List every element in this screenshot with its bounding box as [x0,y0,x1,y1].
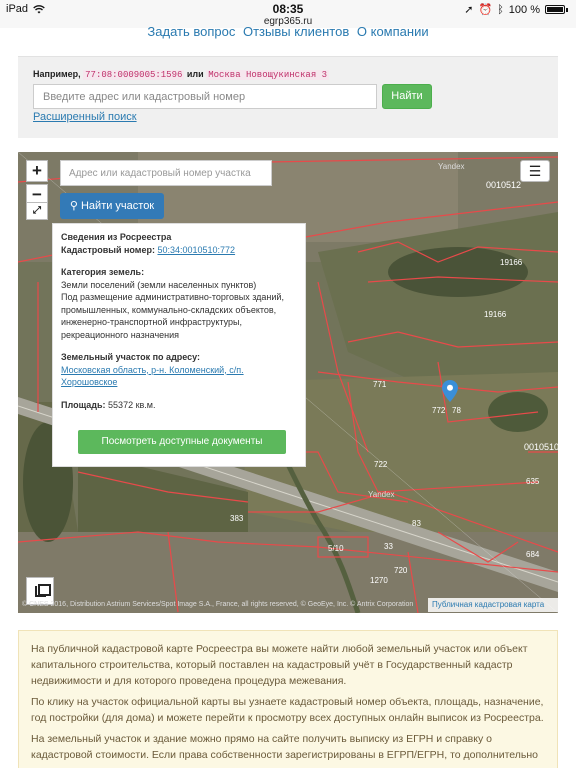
plot-label: 5/10 [328,544,344,553]
plot-label: 83 [412,519,421,528]
map-pin-icon[interactable] [442,380,458,402]
find-plot-button[interactable]: ⚲ Найти участок [60,193,164,219]
plot-info-popup: Сведения из Росреестра Кадастровый номер… [52,223,306,467]
area-value: 55372 кв.м. [108,399,156,410]
plot-label: 383 [230,514,244,523]
layers-icon [35,584,51,597]
map-menu-button[interactable]: ☰ [520,160,550,182]
example-address[interactable]: Москва Новощукинская 3 [206,70,330,80]
search-input[interactable]: Введите адрес или кадастровый номер [33,84,377,109]
map-attribution: © CNES 2016, Distribution Astrium Servic… [22,601,414,608]
plot-label: 0010512 [486,180,522,190]
plot-label: 78 [452,406,461,415]
plot-label: 33 [384,542,393,551]
plot-label: 1270 [370,576,388,585]
plot-label: 0010510 [524,442,558,452]
plot-label: 635 [526,477,540,486]
plot-label: 720 [394,566,408,575]
plot-label: 684 [526,550,540,559]
map-search-input[interactable]: Адрес или кадастровый номер участка [60,160,272,186]
info-paragraph: По клику на участок официальной карты вы… [31,696,544,724]
permitted-use: Под размещение административно-торговых … [61,292,284,340]
info-paragraph: На публичной кадастровой карте Росреестр… [31,643,528,687]
plot-label: 722 [374,460,388,469]
pkk-map-link[interactable]: Публичная кадастровая карта [428,598,558,612]
battery-icon [545,5,565,14]
info-box: На публичной кадастровой карте Росреестр… [18,630,558,768]
address-link[interactable]: Московская область, р-н. Коломенский, с/… [61,364,297,389]
yandex-watermark: Yandex [438,162,465,171]
search-panel: Например, 77:08:0009005:1596 или Москва … [18,56,558,138]
search-example: Например, 77:08:0009005:1596 или Москва … [33,69,330,80]
find-plot-label: Найти участок [80,200,155,212]
location-icon: ➚ [464,4,474,16]
category-value: Земли поселений (земли населенных пункто… [61,279,257,290]
plot-label: 771 [373,380,387,389]
nav-about[interactable]: О компании [357,24,429,39]
address-label: Земельный участок по адресу: [61,352,201,362]
category-label: Категория земель: [61,267,145,277]
view-documents-button[interactable]: Посмотреть доступные документы [78,430,286,454]
cadastral-number-link[interactable]: 50:34:0010510:772 [157,245,235,255]
hamburger-icon: ☰ [528,163,542,179]
popup-title: Сведения из Росреестра [61,232,172,242]
bluetooth-icon: ᛒ [497,3,504,16]
yandex-watermark: Yandex [368,490,395,499]
search-icon: ⚲ [69,200,78,212]
info-paragraph: На земельный участок и здание можно прям… [31,733,538,761]
nav-ask-question[interactable]: Задать вопрос [147,24,235,39]
example-cadastral-code[interactable]: 77:08:0009005:1596 [83,70,185,80]
top-nav: Задать вопрос Отзывы клиентов О компании [0,24,576,39]
expand-icon: ⤢ [33,205,41,216]
area-row: Площадь: 55372 кв.м. [61,399,156,410]
fullscreen-button[interactable]: ⤢ [26,202,48,220]
cadastral-number-row: Кадастровый номер: 50:34:0010510:772 [61,244,236,255]
alarm-icon: ⏰ [478,4,493,16]
plot-label: 772 [432,406,446,415]
battery-percent: 100 % [508,3,540,16]
advanced-search-link[interactable]: Расширенный поиск [33,111,137,123]
zoom-in-button[interactable]: + [26,160,48,182]
plot-label: 19166 [484,310,507,319]
plot-label: 19166 [500,258,523,267]
search-button[interactable]: Найти [382,84,432,109]
nav-reviews[interactable]: Отзывы клиентов [243,24,349,39]
